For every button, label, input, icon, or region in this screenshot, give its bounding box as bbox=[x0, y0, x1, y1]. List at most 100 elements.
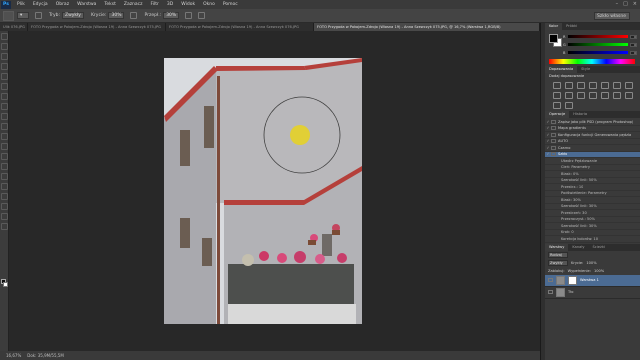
black-white-icon[interactable] bbox=[553, 92, 561, 99]
brush-tool-preset-icon[interactable] bbox=[3, 10, 14, 21]
tab-layers[interactable]: Warstwy bbox=[545, 243, 569, 251]
slider-track[interactable] bbox=[568, 51, 628, 54]
type-tool-icon[interactable] bbox=[1, 183, 8, 190]
hue-saturation-icon[interactable] bbox=[613, 82, 621, 89]
layer-kind-select[interactable]: Rodzaj bbox=[548, 251, 568, 258]
exposure-icon[interactable] bbox=[589, 82, 597, 89]
tab-paths[interactable]: Ścieżki bbox=[588, 244, 608, 251]
layer-mask-thumbnail[interactable] bbox=[568, 275, 577, 285]
vibrance-icon[interactable] bbox=[601, 82, 609, 89]
toggle-dialog-icon[interactable] bbox=[551, 139, 556, 144]
quick-select-tool-icon[interactable] bbox=[1, 63, 8, 70]
selective-color-icon[interactable] bbox=[565, 102, 573, 109]
toggle-dialog-icon[interactable] bbox=[551, 119, 556, 124]
tab-styles[interactable]: Style bbox=[577, 66, 594, 73]
brush-size-picker[interactable]: ▾ bbox=[17, 12, 29, 19]
toggle-dialog-icon[interactable] bbox=[551, 126, 556, 131]
airbrush-icon[interactable] bbox=[185, 12, 193, 19]
menu-item-select[interactable]: Zaznacz bbox=[120, 2, 147, 7]
layer-row[interactable]: Tło bbox=[545, 287, 640, 299]
tab-adjustments[interactable]: Dopasowania bbox=[545, 66, 578, 73]
tab-actions[interactable]: Operacje bbox=[545, 111, 570, 118]
curves-icon[interactable] bbox=[577, 82, 585, 89]
path-select-tool-icon[interactable] bbox=[1, 193, 8, 200]
close-icon[interactable]: × bbox=[633, 1, 637, 7]
flow-input[interactable]: 30% bbox=[163, 12, 180, 19]
posterize-icon[interactable] bbox=[613, 92, 621, 99]
menu-item-file[interactable]: Plik bbox=[13, 2, 29, 7]
eye-icon[interactable] bbox=[548, 290, 553, 294]
menu-item-view[interactable]: Widok bbox=[177, 2, 199, 7]
photo-filter-icon[interactable] bbox=[565, 92, 573, 99]
menu-item-image[interactable]: Obraz bbox=[52, 2, 73, 7]
canvas-area[interactable] bbox=[9, 31, 540, 351]
toggle-dialog-icon[interactable] bbox=[551, 132, 556, 137]
menu-item-type[interactable]: Tekst bbox=[100, 2, 119, 7]
workspace-select[interactable]: Szkło własne bbox=[594, 12, 630, 20]
toggle-dialog-icon[interactable] bbox=[551, 152, 556, 157]
channel-value[interactable]: 0 bbox=[630, 50, 637, 55]
menu-item-filter[interactable]: Filtr bbox=[147, 2, 163, 7]
lasso-tool-icon[interactable] bbox=[1, 53, 8, 60]
slider-track[interactable] bbox=[568, 35, 628, 38]
pen-tool-icon[interactable] bbox=[1, 173, 8, 180]
document-tab[interactable]: Ulik 076.JPG bbox=[0, 23, 28, 31]
color-slider-b[interactable]: B 0 bbox=[563, 50, 637, 55]
menu-item-edit[interactable]: Edycja bbox=[29, 2, 52, 7]
minimize-icon[interactable]: – bbox=[616, 1, 619, 7]
invert-icon[interactable] bbox=[601, 92, 609, 99]
tab-swatches[interactable]: Próbki bbox=[562, 23, 581, 30]
tab-history[interactable]: Historia bbox=[569, 111, 591, 118]
toggle-dialog-icon[interactable] bbox=[551, 145, 556, 150]
brush-tool-icon[interactable] bbox=[1, 103, 8, 110]
blur-tool-icon[interactable] bbox=[1, 153, 8, 160]
crop-tool-icon[interactable] bbox=[1, 73, 8, 80]
layer-opacity-value[interactable]: 100% bbox=[586, 261, 596, 265]
mode-select[interactable]: Zwykły bbox=[61, 12, 84, 19]
healing-brush-tool-icon[interactable] bbox=[1, 93, 8, 100]
document-tab[interactable]: FOTO Przygoda w Pokojem-Zdrojo (Wiosna 1… bbox=[28, 23, 166, 31]
eye-icon[interactable] bbox=[548, 278, 553, 282]
pressure-size-icon[interactable] bbox=[198, 12, 206, 19]
threshold-icon[interactable] bbox=[625, 92, 633, 99]
document-image[interactable] bbox=[164, 58, 362, 324]
shape-tool-icon[interactable] bbox=[1, 203, 8, 210]
brightness-icon[interactable] bbox=[553, 82, 561, 89]
app-logo-icon[interactable]: Ps bbox=[1, 0, 11, 9]
document-tab-active[interactable]: FOTO Przygoda w Pokojem-Zdrojo (Wiosna 1… bbox=[314, 23, 540, 31]
blend-mode-select[interactable]: Zwykły bbox=[548, 259, 568, 266]
opacity-input[interactable]: 30% bbox=[108, 12, 125, 19]
hand-tool-icon[interactable] bbox=[1, 213, 8, 220]
tab-channels[interactable]: Kanały bbox=[568, 244, 588, 251]
channel-value[interactable]: 0 bbox=[630, 42, 637, 47]
fill-value[interactable]: 100% bbox=[594, 269, 604, 273]
slider-track[interactable] bbox=[568, 43, 628, 46]
layer-row[interactable]: Warstwa 1 bbox=[545, 274, 640, 287]
marquee-tool-icon[interactable] bbox=[1, 43, 8, 50]
menu-item-help[interactable]: Pomoc bbox=[219, 2, 242, 7]
eyedropper-tool-icon[interactable] bbox=[1, 83, 8, 90]
gradient-map-icon[interactable] bbox=[553, 102, 561, 109]
menu-item-window[interactable]: Okno bbox=[199, 2, 219, 7]
history-brush-tool-icon[interactable] bbox=[1, 123, 8, 130]
tab-color[interactable]: Kolor bbox=[545, 23, 563, 30]
menu-item-layer[interactable]: Warstwa bbox=[73, 2, 100, 7]
dodge-tool-icon[interactable] bbox=[1, 163, 8, 170]
color-slider-r[interactable]: R 0 bbox=[563, 34, 637, 39]
pressure-opacity-icon[interactable] bbox=[130, 12, 138, 19]
background-color-swatch[interactable] bbox=[3, 282, 8, 287]
eraser-tool-icon[interactable] bbox=[1, 133, 8, 140]
color-spectrum[interactable] bbox=[549, 59, 635, 64]
levels-icon[interactable] bbox=[565, 82, 573, 89]
move-tool-icon[interactable] bbox=[1, 33, 8, 40]
color-balance-icon[interactable] bbox=[625, 82, 633, 89]
brush-panel-icon[interactable] bbox=[35, 12, 42, 19]
menu-item-3d[interactable]: 3D bbox=[163, 2, 177, 7]
channel-value[interactable]: 0 bbox=[630, 34, 637, 39]
maximize-icon[interactable]: □ bbox=[623, 1, 628, 7]
document-tab[interactable]: FOTO Przygoda w Pokojem-Zdrojo (Wiosna 1… bbox=[166, 23, 314, 31]
zoom-tool-icon[interactable] bbox=[1, 223, 8, 230]
foreground-color-swatch[interactable] bbox=[549, 34, 558, 43]
color-lookup-icon[interactable] bbox=[589, 92, 597, 99]
clone-stamp-tool-icon[interactable] bbox=[1, 113, 8, 120]
